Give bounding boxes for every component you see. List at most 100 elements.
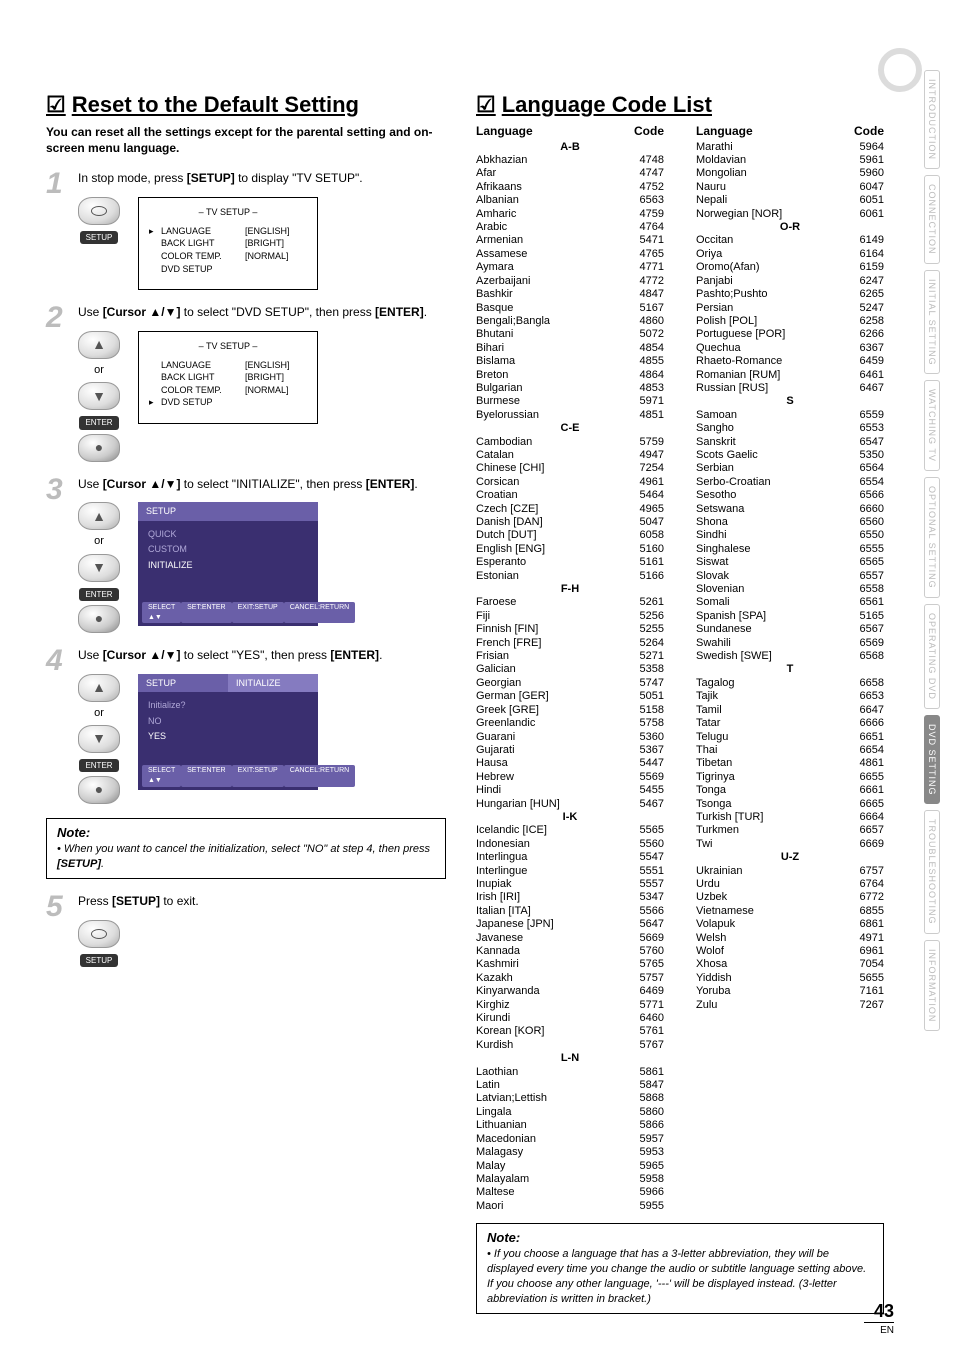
lang-row: Siswat6565: [696, 556, 884, 569]
side-tab-dvd-setting[interactable]: DVD SETTING: [924, 715, 940, 805]
lang-name: Kurdish: [476, 1039, 513, 1052]
lang-code: 5669: [640, 932, 664, 945]
remote-cursor-enter: ▲ or ▼ ENTER ●: [78, 674, 120, 805]
side-tab-optional-setting[interactable]: OPTIONAL SETTING: [924, 477, 940, 598]
lang-code: 6557: [860, 570, 884, 583]
cursor-down-icon: ▼: [78, 554, 120, 582]
lang-name: Scots Gaelic: [696, 449, 758, 462]
lang-code: 5953: [640, 1146, 664, 1159]
lang-code: 6564: [860, 462, 884, 475]
lang-name: Nepali: [696, 194, 727, 207]
lang-code: 6555: [860, 543, 884, 556]
lang-code: 6855: [860, 905, 884, 918]
lang-name: Thai: [696, 744, 717, 757]
lang-row: Ukrainian6757: [696, 865, 884, 878]
column-right: ☑ Language Code List Language Code A-BAb…: [476, 92, 884, 1308]
lang-row: Welsh4971: [696, 932, 884, 945]
lang-row: Kannada5760: [476, 945, 664, 958]
lang-name: Tatar: [696, 717, 720, 730]
remote-cursor-enter: ▲ or ▼ ENTER ●: [78, 502, 120, 633]
lang-name: Pashto;Pushto: [696, 288, 768, 301]
lang-row: Danish [DAN]5047: [476, 516, 664, 529]
side-tab-watching-tv[interactable]: WATCHING TV: [924, 380, 940, 471]
enter-button-icon: ●: [78, 605, 120, 633]
enter-label: ENTER: [79, 759, 118, 772]
lang-row: Catalan4947: [476, 449, 664, 462]
lang-code: 6655: [860, 771, 884, 784]
lang-row: Sangho6553: [696, 422, 884, 435]
lang-code: 5569: [640, 771, 664, 784]
lang-name: Javanese: [476, 932, 523, 945]
side-tab-connection[interactable]: CONNECTION: [924, 175, 940, 264]
side-tab-introduction[interactable]: INTRODUCTION: [924, 70, 940, 169]
lang-name: Chinese [CHI]: [476, 462, 544, 475]
lang-row: Marathi5964: [696, 141, 884, 154]
lang-code: 4771: [640, 261, 664, 274]
tv-row: BACK LIGHT[BRIGHT]: [149, 237, 307, 250]
purple-header-row: SETUP INITIALIZE: [138, 674, 318, 693]
lang-name: Slovak: [696, 570, 729, 583]
lang-code: 5765: [640, 958, 664, 971]
purple-body: Initialize? NOYES: [138, 692, 318, 762]
tv-value: [BRIGHT]: [245, 237, 284, 250]
lang-code: 5758: [640, 717, 664, 730]
t: Use: [78, 305, 103, 319]
lang-code: 5160: [640, 543, 664, 556]
lang-code: 6653: [860, 690, 884, 703]
lang-code: 4864: [640, 369, 664, 382]
lang-row: Sanskrit6547: [696, 436, 884, 449]
lang-name: Tibetan: [696, 757, 732, 770]
lang-row: Greenlandic5758: [476, 717, 664, 730]
lang-row: Pashto;Pushto6265: [696, 288, 884, 301]
lang-row: Breton4864: [476, 369, 664, 382]
tv-label: COLOR TEMP.: [161, 250, 245, 263]
lang-code: 6647: [860, 704, 884, 717]
lang-row: Basque5167: [476, 302, 664, 315]
remote-setup: SETUP: [78, 197, 120, 244]
side-tab-information[interactable]: INFORMATION: [924, 940, 940, 1031]
lang-code: 6565: [860, 556, 884, 569]
lang-name: Wolof: [696, 945, 724, 958]
tv-label: COLOR TEMP.: [161, 384, 245, 397]
lang-row: Volapuk6861: [696, 918, 884, 931]
lang-name: Norwegian [NOR]: [696, 208, 782, 221]
lang-row: Mongolian5960: [696, 167, 884, 180]
tv-label: DVD SETUP: [161, 263, 245, 276]
visuals: ▲ or ▼ ENTER ● – TV SETUP – LANGUAGE[ENG…: [78, 331, 446, 462]
cursor-down-icon: ▼: [78, 725, 120, 753]
lang-name: Bashkir: [476, 288, 513, 301]
tv-value: [ENGLISH]: [245, 359, 290, 372]
lang-row: Interlingua5547: [476, 851, 664, 864]
lang-code: 5647: [640, 918, 664, 931]
lang-row: Nepali6051: [696, 194, 884, 207]
t: Use: [78, 477, 103, 491]
lang-name: Maori: [476, 1200, 504, 1213]
side-tab-operating-dvd[interactable]: OPERATING DVD: [924, 604, 940, 709]
arrow-icon: [149, 250, 161, 263]
lang-code: 5367: [640, 744, 664, 757]
lang-row: Italian [ITA]5566: [476, 905, 664, 918]
step-3: 3 Use [Cursor ▲/▼] to select "INITIALIZE…: [46, 476, 446, 633]
lang-code: 6461: [860, 369, 884, 382]
lang-row: Tajik6653: [696, 690, 884, 703]
lang-row: Romanian [RUM]6461: [696, 369, 884, 382]
menu-item: CUSTOM: [148, 542, 308, 557]
lang-code: 4772: [640, 275, 664, 288]
lang-name: Uzbek: [696, 891, 727, 904]
side-tab-initial-setting[interactable]: INITIAL SETTING: [924, 270, 940, 375]
lang-code: 5760: [640, 945, 664, 958]
footer-hint: SET:ENTER: [181, 765, 232, 787]
lang-row: Kirundi6460: [476, 1012, 664, 1025]
lang-code: 5467: [640, 798, 664, 811]
lang-row: Lithuanian5866: [476, 1119, 664, 1132]
lang-row: Kirghiz5771: [476, 999, 664, 1012]
lang-row: Panjabi6247: [696, 275, 884, 288]
lang-name: Turkish [TUR]: [696, 811, 763, 824]
side-tab-troubleshooting[interactable]: TROUBLESHOOTING: [924, 810, 940, 934]
lang-row: Fiji5256: [476, 610, 664, 623]
lang-name: Bhutani: [476, 328, 513, 341]
lang-code: 4854: [640, 342, 664, 355]
lang-row: Maltese5966: [476, 1186, 664, 1199]
lang-code: 5455: [640, 784, 664, 797]
lang-row: Swedish [SWE]6568: [696, 650, 884, 663]
